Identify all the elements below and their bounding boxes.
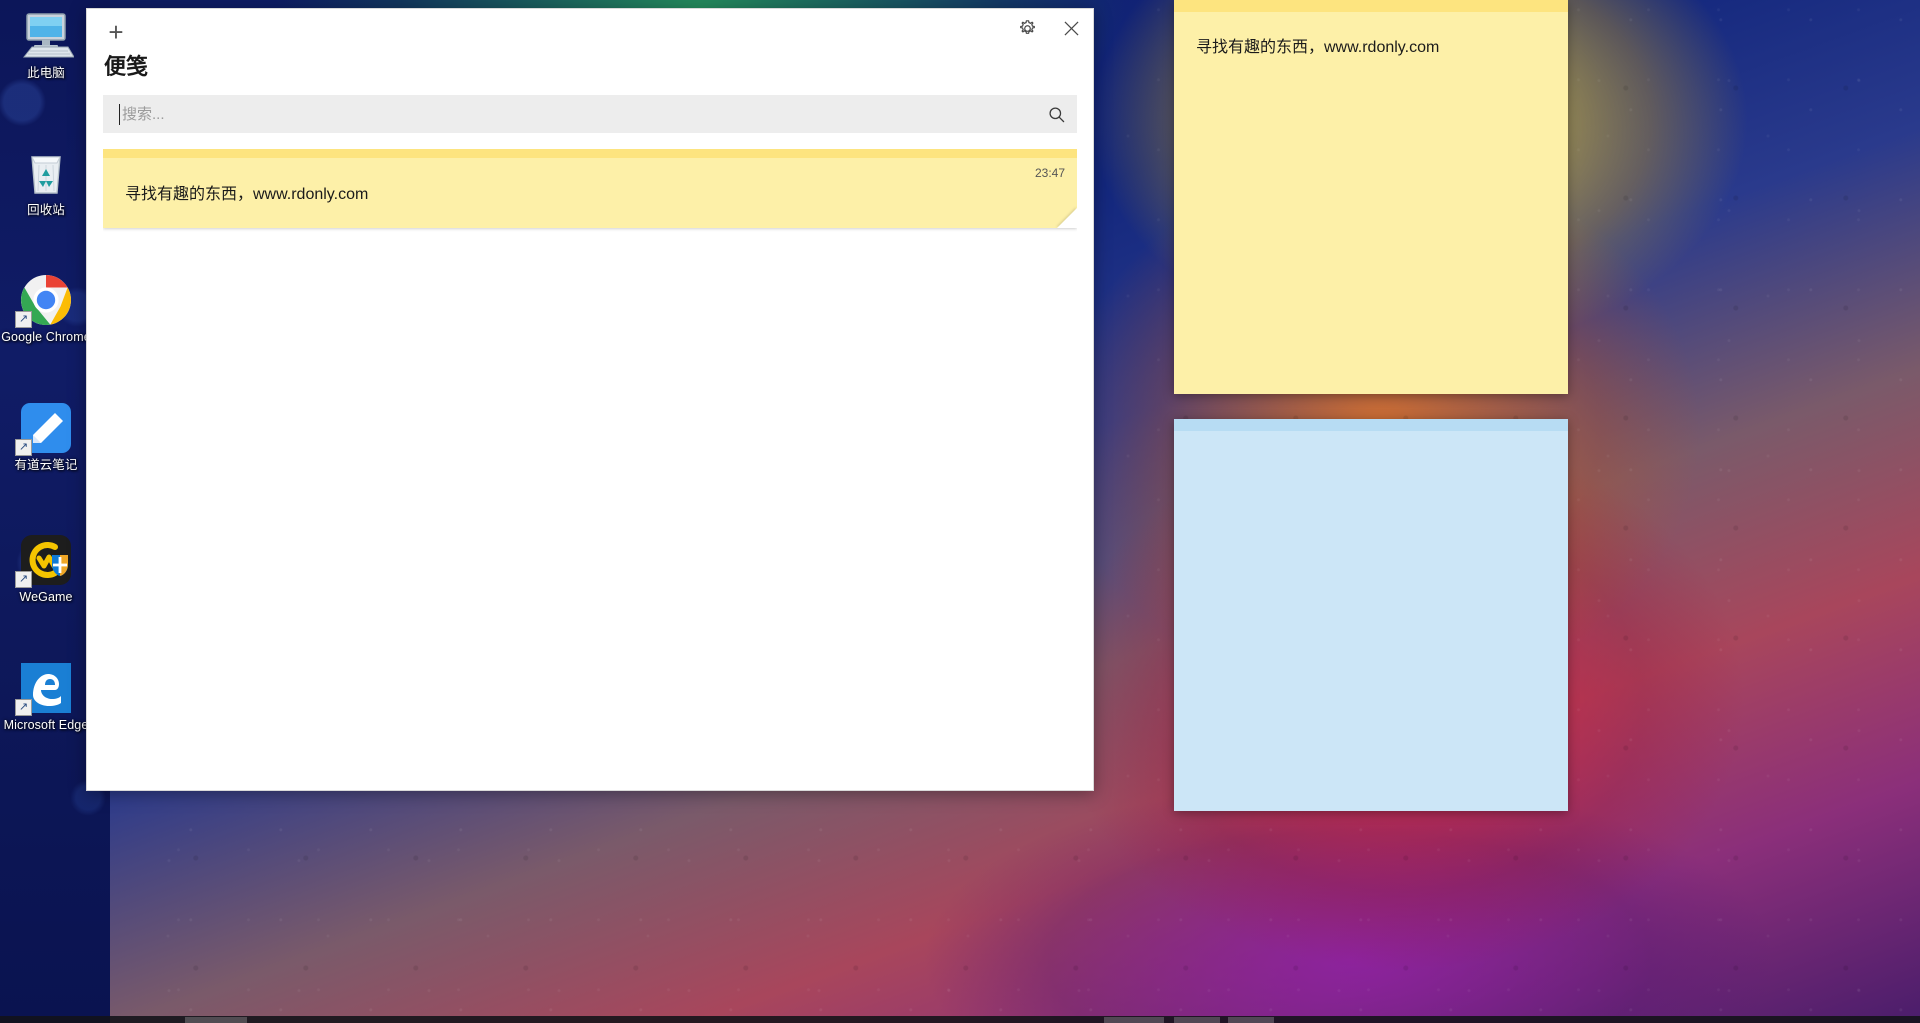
- desktop-icon-label: 此电脑: [27, 66, 65, 80]
- this-pc-icon: [0, 8, 92, 64]
- shortcut-overlay-icon: ↗: [15, 699, 32, 716]
- window-controls: [1005, 9, 1093, 53]
- desktop-icon-youdao-cloud-note[interactable]: ↗ 有道云笔记: [0, 400, 92, 473]
- text-caret: [119, 104, 120, 125]
- desktop-icon-label: Google Chrome: [1, 330, 91, 344]
- close-icon: [1061, 18, 1082, 44]
- taskbar[interactable]: [0, 1016, 1920, 1023]
- desktop-icon-label: 回收站: [27, 203, 65, 217]
- taskbar-item[interactable]: [185, 1017, 247, 1023]
- note-fold-corner-icon: [1057, 208, 1077, 228]
- search-bar[interactable]: [103, 95, 1077, 133]
- desktop-icon-wegame[interactable]: ↗ WeGame: [0, 532, 92, 605]
- floating-note-blue[interactable]: [1174, 419, 1568, 811]
- shortcut-overlay-icon: ↗: [15, 311, 32, 328]
- floating-note-yellow[interactable]: 寻找有趣的东西，www.rdonly.com: [1174, 0, 1568, 394]
- wegame-icon: ↗: [0, 532, 92, 588]
- microsoft-edge-icon: ↗: [0, 660, 92, 716]
- add-note-button[interactable]: +: [93, 9, 139, 55]
- note-list-item[interactable]: 23:47 寻找有趣的东西，www.rdonly.com: [103, 149, 1077, 228]
- note-text: 寻找有趣的东西，www.rdonly.com: [125, 186, 369, 203]
- desktop-root: 此电脑 回收站 ↗ Google Chrome ↗ 有道云笔记 ↗ WeGame…: [0, 0, 1920, 1023]
- desktop-icon-recycle-bin[interactable]: 回收站: [0, 145, 92, 218]
- search-icon[interactable]: [1035, 105, 1077, 124]
- shortcut-overlay-icon: ↗: [15, 571, 32, 588]
- note-color-strip: [1174, 0, 1568, 12]
- note-timestamp: 23:47: [1034, 166, 1065, 180]
- desktop-icon-microsoft-edge[interactable]: ↗ Microsoft Edge: [0, 660, 92, 733]
- google-chrome-icon: ↗: [0, 272, 92, 328]
- close-button[interactable]: [1049, 9, 1093, 53]
- floating-note-text[interactable]: [1174, 431, 1568, 479]
- window-titlebar[interactable]: +: [87, 9, 1093, 59]
- sticky-notes-window: + 便笺 搜索... 23:47 寻找有趣的东西，www.rdonly.com: [86, 8, 1094, 791]
- page-title: 便笺: [104, 54, 149, 79]
- floating-note-text[interactable]: 寻找有趣的东西，www.rdonly.com: [1174, 12, 1568, 84]
- desktop-icon-label: 有道云笔记: [14, 458, 78, 472]
- settings-button[interactable]: [1005, 9, 1049, 53]
- search-input[interactable]: [103, 96, 1035, 132]
- taskbar-item[interactable]: [1228, 1017, 1274, 1023]
- shortcut-overlay-icon: ↗: [15, 439, 32, 456]
- desktop-icon-google-chrome[interactable]: ↗ Google Chrome: [0, 272, 92, 345]
- desktop-icon-label: WeGame: [19, 590, 73, 604]
- note-color-strip: [1174, 419, 1568, 431]
- desktop-icon-label: Microsoft Edge: [3, 718, 89, 732]
- youdao-cloud-note-icon: ↗: [0, 400, 92, 456]
- taskbar-item[interactable]: [1174, 1017, 1220, 1023]
- desktop-icon-this-pc[interactable]: 此电脑: [0, 8, 92, 81]
- recycle-bin-icon: [0, 145, 92, 201]
- gear-icon: [1017, 18, 1038, 44]
- notes-list: 23:47 寻找有趣的东西，www.rdonly.com: [103, 149, 1077, 790]
- taskbar-item[interactable]: [1104, 1017, 1164, 1023]
